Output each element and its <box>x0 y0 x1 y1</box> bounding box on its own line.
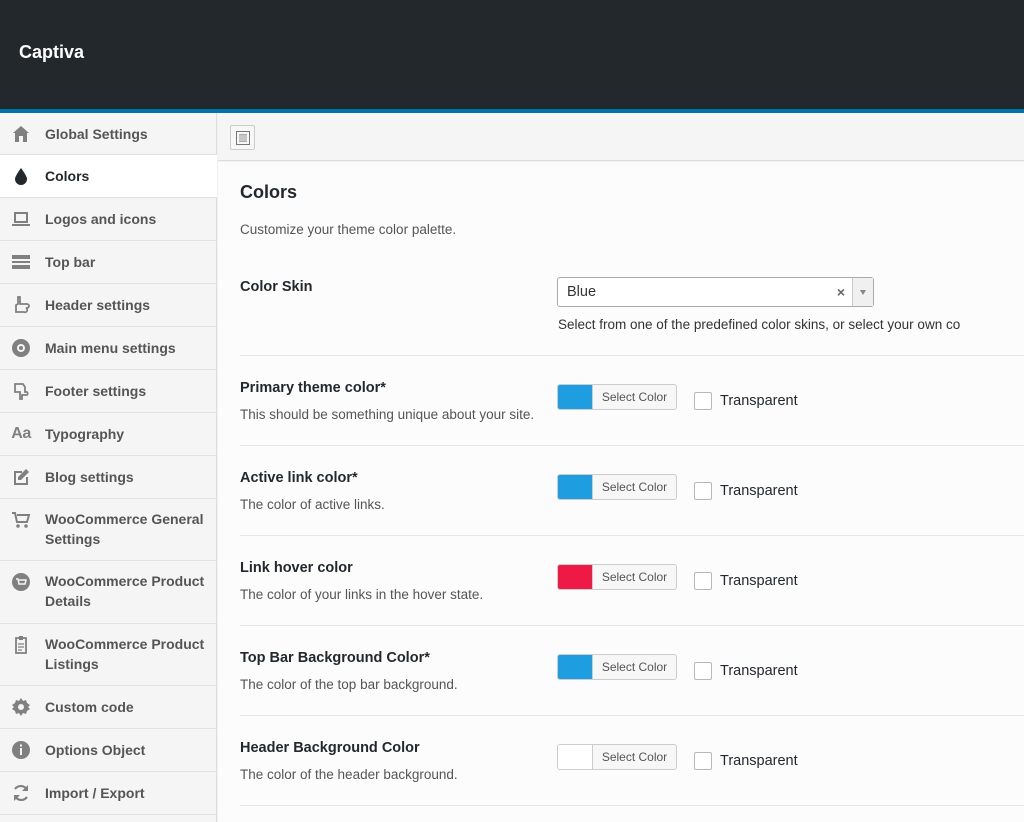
app-title: Captiva <box>19 42 85 62</box>
field-description: This should be something unique about yo… <box>240 407 535 422</box>
transparent-label: Transparent <box>720 663 798 679</box>
gear-icon <box>10 696 32 718</box>
sidebar-item-label: WooCommerce General Settings <box>45 511 204 547</box>
checkbox[interactable] <box>694 392 712 410</box>
top-bar-background-color-picker[interactable]: Select Color <box>557 654 677 680</box>
active-link-color-picker[interactable]: Select Color <box>557 474 677 500</box>
clear-selection-icon[interactable]: × <box>837 284 845 300</box>
transparent-label: Transparent <box>720 483 798 499</box>
field-label: Primary theme color* <box>240 380 386 396</box>
sidebar-item-woocommerce-product-details[interactable]: WooCommerce Product Details <box>0 561 217 624</box>
color-skin-select[interactable]: Blue × <box>557 277 874 307</box>
sidebar-item-label: Typography <box>45 426 125 442</box>
edit-icon <box>10 466 32 488</box>
sidebar-item-custom-code[interactable]: Custom code <box>0 686 217 729</box>
field-label: Top Bar Background Color* <box>240 650 430 666</box>
sidebar-item-top-bar[interactable]: Top bar <box>0 241 217 284</box>
sidebar-item-label: Import / Export <box>45 785 145 801</box>
select-color-label: Select Color <box>592 655 676 679</box>
color-swatch <box>558 565 592 589</box>
select-color-label: Select Color <box>592 565 676 589</box>
main-content: Colors Customize your theme color palett… <box>218 162 1024 822</box>
sidebar-item-header-settings[interactable]: Header settings <box>0 284 217 327</box>
typography-icon: Aa <box>11 425 31 442</box>
sidebar-item-options-object[interactable]: Options Object <box>0 729 217 772</box>
link-hover-color-picker[interactable]: Select Color <box>557 564 677 590</box>
color-skin-help: Select from one of the predefined color … <box>558 317 961 332</box>
sidebar-item-label: Custom code <box>45 699 134 715</box>
transparent-label: Transparent <box>720 573 798 589</box>
sidebar-item-footer-settings[interactable]: Footer settings <box>0 370 217 413</box>
clipboard-icon <box>10 634 32 656</box>
field-description: The color of the header background. <box>240 767 458 782</box>
expand-options-button[interactable] <box>230 125 255 150</box>
transparent-label: Transparent <box>720 753 798 769</box>
dropdown-toggle[interactable] <box>852 278 873 306</box>
sidebar-item-woocommerce-general-settings[interactable]: WooCommerce General Settings <box>0 499 217 561</box>
sidebar-item-typography[interactable]: Aa Typography <box>0 413 217 456</box>
primary-theme-color-picker[interactable]: Select Color <box>557 384 677 410</box>
sidebar-item-label: Header settings <box>45 297 151 313</box>
select-color-label: Select Color <box>592 745 676 769</box>
droplet-icon <box>10 165 32 187</box>
checkbox[interactable] <box>694 572 712 590</box>
checkbox[interactable] <box>694 662 712 680</box>
gear-circle-icon <box>10 337 32 359</box>
checkbox[interactable] <box>694 752 712 770</box>
home-icon <box>10 123 32 145</box>
transparent-label: Transparent <box>720 393 798 409</box>
color-swatch <box>558 475 592 499</box>
field-label: Link hover color <box>240 560 353 576</box>
refresh-icon <box>10 782 32 804</box>
sidebar-item-label: Logos and icons <box>45 211 157 227</box>
hand-pointer-icon <box>10 294 32 316</box>
hand-down-icon <box>10 380 32 402</box>
top-header: Captiva <box>0 0 1024 109</box>
field-description: The color of active links. <box>240 497 385 512</box>
sidebar-item-label: Colors <box>45 168 90 184</box>
color-swatch <box>558 385 592 409</box>
checkbox[interactable] <box>694 482 712 500</box>
sidebar-item-import-export[interactable]: Import / Export <box>0 772 217 815</box>
color-swatch <box>558 745 592 769</box>
select-color-label: Select Color <box>592 385 676 409</box>
sidebar-item-label: Options Object <box>45 742 146 758</box>
sidebar-item-woocommerce-product-listings[interactable]: WooCommerce Product Listings <box>0 624 217 686</box>
color-swatch <box>558 655 592 679</box>
chevron-down-icon <box>860 290 866 295</box>
expand-icon <box>236 131 250 145</box>
sidebar-item-label: WooCommerce Product Listings <box>45 636 205 672</box>
field-label: Header Background Color <box>240 740 420 756</box>
field-label: Active link color* <box>240 470 358 486</box>
color-skin-value: Blue <box>567 284 597 300</box>
sidebar-item-main-menu-settings[interactable]: Main menu settings <box>0 327 217 370</box>
product-icon <box>10 571 32 593</box>
sidebar-item-colors[interactable]: Colors <box>0 155 217 198</box>
sidebar: Global Settings Colors Logos and icons T… <box>0 113 217 822</box>
sidebar-item-label: WooCommerce Product Details <box>45 573 205 609</box>
header-background-color-picker[interactable]: Select Color <box>557 744 677 770</box>
sidebar-item-label: Footer settings <box>45 383 147 399</box>
content-toolbar <box>218 113 1024 161</box>
field-description: The color of the top bar background. <box>240 677 458 692</box>
sidebar-item-blog-settings[interactable]: Blog settings <box>0 456 217 499</box>
color-skin-label: Color Skin <box>240 279 313 295</box>
cart-icon <box>10 509 32 531</box>
sidebar-item-label: Global Settings <box>45 126 148 142</box>
laptop-icon <box>10 208 32 230</box>
topbar-icon <box>10 251 32 273</box>
sidebar-item-label: Top bar <box>45 254 96 270</box>
field-description: The color of your links in the hover sta… <box>240 587 484 602</box>
sidebar-item-logos-and-icons[interactable]: Logos and icons <box>0 198 217 241</box>
sidebar-item-global-settings[interactable]: Global Settings <box>0 113 217 155</box>
info-icon <box>10 739 32 761</box>
select-color-label: Select Color <box>592 475 676 499</box>
sidebar-item-label: Main menu settings <box>45 340 176 356</box>
sidebar-item-label: Blog settings <box>45 469 134 485</box>
